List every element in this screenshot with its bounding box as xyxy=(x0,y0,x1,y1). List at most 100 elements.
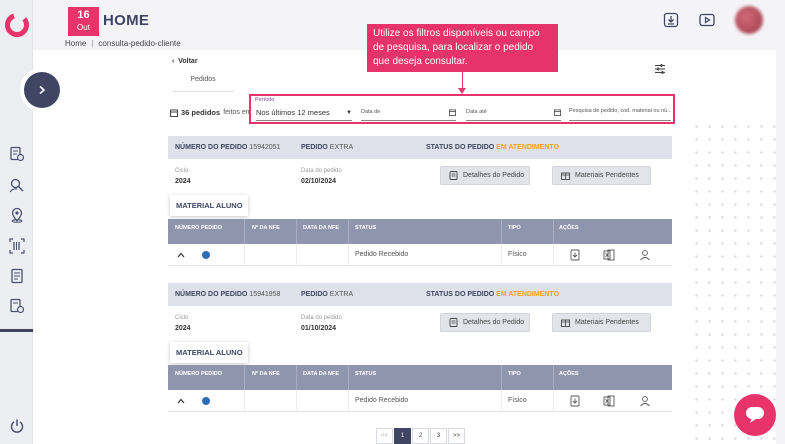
filter-settings-icon[interactable] xyxy=(654,63,666,75)
table-row: Pedido Recebido Físico xyxy=(168,390,672,412)
date-month: Out xyxy=(77,23,90,32)
sidebar-toggle-button[interactable] xyxy=(24,72,60,108)
material-aluno-tab[interactable]: MATERIAL ALUNO xyxy=(170,342,248,363)
date-from-placeholder: Data de xyxy=(361,109,381,115)
date-to-input[interactable]: Data até xyxy=(466,107,561,121)
order-details-button[interactable]: Detalhes do Pedido xyxy=(440,166,530,185)
search-user-icon[interactable] xyxy=(9,177,25,193)
power-icon[interactable] xyxy=(9,418,25,434)
pending-materials-button[interactable]: Materiais Pendentes xyxy=(552,166,651,185)
orders-count: 36 pedidos feitos em xyxy=(170,108,252,117)
calendar-icon[interactable] xyxy=(554,109,561,116)
box-icon xyxy=(561,172,570,180)
page-next-button[interactable]: >> xyxy=(448,428,465,444)
cycle-value: 2024 xyxy=(175,178,191,185)
period-select[interactable]: Nos últimos 12 meses ▼ xyxy=(256,107,352,121)
download-nfe-icon[interactable] xyxy=(569,395,581,407)
list-icon[interactable] xyxy=(9,268,25,284)
video-icon[interactable] xyxy=(699,12,715,28)
excel-icon[interactable] xyxy=(603,395,615,407)
page-3-button[interactable]: 3 xyxy=(430,428,447,444)
order-header: NÚMERO DO PEDIDO 15942051 PEDIDO EXTRA S… xyxy=(168,136,672,159)
order-number: 15941958 xyxy=(249,291,281,298)
barcode-icon[interactable] xyxy=(9,238,25,254)
order-number-label: NÚMERO DO PEDIDO xyxy=(175,144,248,151)
col-numero-pedido: NÚMERO PEDIDO xyxy=(175,225,223,231)
order-details-label: Detalhes do Pedido xyxy=(463,319,525,326)
calendar-icon[interactable] xyxy=(449,109,456,116)
calendar-icon xyxy=(170,109,178,117)
download-nfe-icon[interactable] xyxy=(569,249,581,261)
order-type: EXTRA xyxy=(329,144,354,151)
active-indicator xyxy=(0,329,33,332)
user-icon[interactable] xyxy=(639,395,651,407)
pending-materials-label: Materiais Pendentes xyxy=(575,172,639,179)
cycle-value: 2024 xyxy=(175,325,191,332)
order-date-value: 02/10/2024 xyxy=(301,178,337,185)
page-1-button[interactable]: 1 xyxy=(394,428,411,444)
order-details-button[interactable]: Detalhes do Pedido xyxy=(440,313,530,332)
back-button[interactable]: ‹ Voltar xyxy=(172,58,198,65)
breadcrumb-home[interactable]: Home xyxy=(65,39,86,48)
excel-icon[interactable] xyxy=(603,249,615,261)
table-header: NÚMERO PEDIDO Nº DA NFE DATA DA NFE STAT… xyxy=(168,219,672,244)
order-date-value: 01/10/2024 xyxy=(301,325,337,332)
pagination: << 1 2 3 >> xyxy=(376,428,465,444)
help-callout: Utilize os filtros disponíveis ou campo … xyxy=(367,24,558,72)
material-aluno-tab[interactable]: MATERIAL ALUNO xyxy=(170,195,248,216)
col-data-nfe: DATA DA NFE xyxy=(303,225,340,231)
order-status-label: STATUS DO PEDIDO xyxy=(426,144,495,151)
col-numero-pedido: NÚMERO PEDIDO xyxy=(175,371,223,377)
date-to-placeholder: Data até xyxy=(466,109,487,115)
order-type-label: PEDIDO xyxy=(301,144,328,151)
page-title: HOME xyxy=(103,12,150,29)
order-type-label: PEDIDO xyxy=(301,291,328,298)
pending-materials-button[interactable]: Materiais Pendentes xyxy=(552,313,651,332)
tab-pedidos[interactable]: Pedidos xyxy=(172,72,234,92)
page-prev-button[interactable]: << xyxy=(376,428,393,444)
row-status: Pedido Recebido xyxy=(355,397,409,404)
col-acoes: AÇÕES xyxy=(559,371,579,377)
logo-icon[interactable] xyxy=(4,12,30,38)
report-icon[interactable] xyxy=(9,298,25,314)
user-icon[interactable] xyxy=(639,249,651,261)
status-badge: EM ATENDIMENTO xyxy=(496,144,560,151)
chevron-down-icon: ▼ xyxy=(346,110,352,116)
col-tipo: TIPO xyxy=(508,371,521,377)
order-header: NÚMERO DO PEDIDO 15941958 PEDIDO EXTRA S… xyxy=(168,283,672,306)
period-label: Período xyxy=(255,97,275,103)
order-card: NÚMERO DO PEDIDO 15942051 PEDIDO EXTRA S… xyxy=(168,136,672,271)
chevron-up-icon[interactable] xyxy=(177,252,185,258)
chevron-up-icon[interactable] xyxy=(177,398,185,404)
col-status: STATUS xyxy=(355,225,377,231)
date-from-input[interactable]: Data de xyxy=(361,107,456,121)
row-type: Físico xyxy=(508,251,527,258)
col-data-nfe: DATA DA NFE xyxy=(303,371,340,377)
order-status-dot-icon xyxy=(202,251,210,259)
chat-icon xyxy=(746,407,764,423)
page-2-button[interactable]: 2 xyxy=(412,428,429,444)
col-tipo: TIPO xyxy=(508,225,521,231)
chevron-right-icon xyxy=(39,85,46,95)
document-icon xyxy=(449,171,458,180)
location-icon[interactable] xyxy=(9,207,25,223)
order-date-label: Data do pedido xyxy=(301,315,342,321)
col-acoes: AÇÕES xyxy=(559,225,579,231)
order-status-dot-icon xyxy=(202,397,210,405)
download-icon[interactable] xyxy=(663,12,679,28)
breadcrumb-current: consulta-pedido-cliente xyxy=(98,39,181,48)
pending-materials-label: Materiais Pendentes xyxy=(575,319,639,326)
date-badge: 16 Out xyxy=(68,7,99,36)
avatar[interactable] xyxy=(735,6,763,34)
col-nfe: Nº DA NFE xyxy=(252,371,280,377)
order-number: 15942051 xyxy=(249,144,281,151)
search-input[interactable]: Pesquisa de pedido, cod. material ou nú.… xyxy=(569,108,671,121)
col-nfe: Nº DA NFE xyxy=(252,225,280,231)
cycle-label: Ciclo xyxy=(175,168,189,174)
chat-button[interactable] xyxy=(734,394,776,436)
orders-icon[interactable] xyxy=(9,146,25,162)
dot-pattern xyxy=(690,120,785,444)
sidebar xyxy=(0,0,33,444)
row-type: Físico xyxy=(508,397,527,404)
breadcrumb: Home | consulta-pedido-cliente xyxy=(65,39,181,48)
